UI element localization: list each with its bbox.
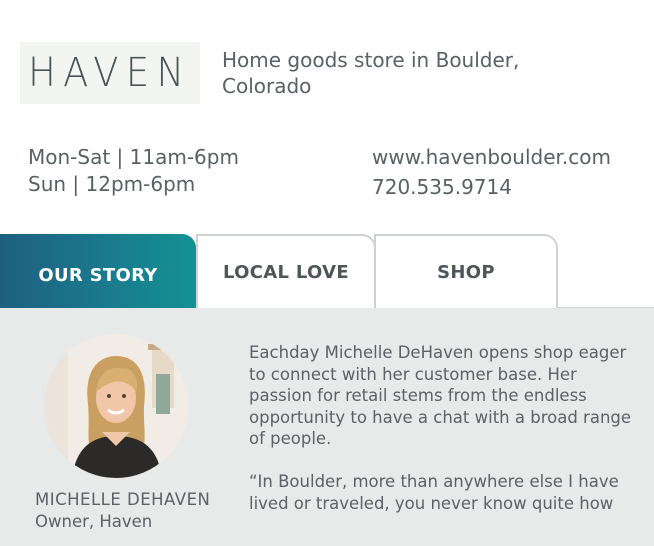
tab-local-love[interactable]: LOCAL LOVE [196, 234, 376, 308]
owner-role: Owner, Haven [35, 512, 153, 531]
phone-link[interactable]: 720.535.9714 [372, 172, 611, 202]
owner-name: MICHELLE DEHAVEN [35, 490, 211, 509]
hours-weekday: Mon-Sat | 11am-6pm [28, 145, 239, 169]
tab-local-love-label: LOCAL LOVE [223, 261, 349, 283]
store-contact: www.havenboulder.com 720.535.9714 [372, 142, 611, 202]
owner-avatar [44, 334, 188, 478]
website-link[interactable]: www.havenboulder.com [372, 142, 611, 172]
tab-our-story-label: OUR STORY [38, 264, 158, 286]
brand-logo[interactable]: HAVEN [20, 42, 200, 104]
story-panel: MICHELLE DEHAVEN Owner, Haven Eachday Mi… [0, 308, 654, 546]
tab-our-story[interactable]: OUR STORY [0, 234, 196, 308]
tab-shop-label: SHOP [437, 261, 495, 283]
store-hours: Mon-Sat | 11am-6pm Sun | 12pm-6pm [28, 144, 239, 198]
hours-sunday: Sun | 12pm-6pm [28, 172, 196, 196]
story-paragraph-1: Eachday Michelle DeHaven opens shop eage… [249, 343, 632, 448]
owner-photo [44, 334, 188, 478]
story-paragraph-2: “In Boulder, more than anywhere else I h… [249, 472, 619, 513]
tab-bar: SHOP LOCAL LOVE OUR STORY [0, 234, 654, 309]
store-tagline: Home goods store in Boulder, Colorado [222, 48, 520, 98]
tab-shop[interactable]: SHOP [374, 234, 558, 308]
story-text: Eachday Michelle DeHaven opens shop eage… [249, 342, 639, 514]
logo-wordmark: HAVEN [28, 50, 192, 96]
